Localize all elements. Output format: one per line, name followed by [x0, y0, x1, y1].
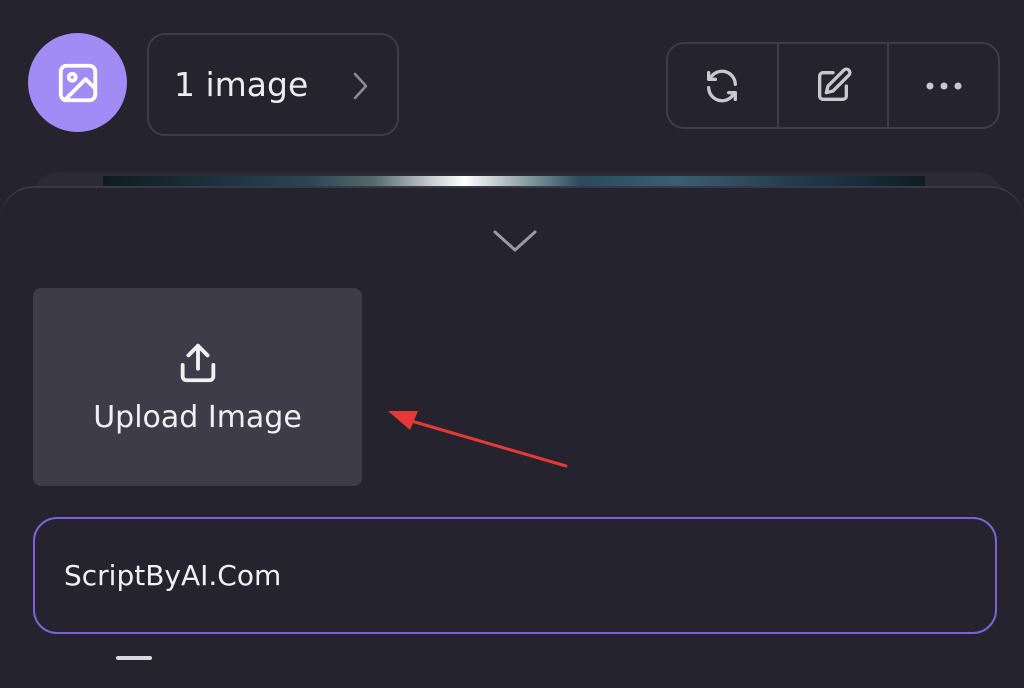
more-icon: [926, 82, 962, 89]
image-count-button[interactable]: 1 image: [147, 33, 399, 136]
annotation-arrow: [388, 411, 568, 468]
refresh-icon: [707, 69, 738, 102]
upload-image-label: Upload Image: [93, 399, 302, 435]
prompt-input[interactable]: ScriptByAI.Com: [33, 517, 997, 634]
edit-icon: [818, 66, 852, 101]
upload-image-button[interactable]: Upload Image: [33, 288, 362, 486]
chevron-right-icon: [353, 72, 368, 100]
collapse-button[interactable]: [490, 226, 540, 256]
toolbar: [666, 42, 1000, 129]
scroll-hint: [116, 656, 152, 660]
prompt-input-value: ScriptByAI.Com: [64, 559, 282, 592]
image-preview-strip: [103, 176, 925, 186]
upload-icon: [180, 343, 215, 382]
avatar[interactable]: [28, 33, 127, 132]
more-button[interactable]: [887, 44, 998, 127]
image-icon: [58, 63, 97, 102]
chevron-down-icon: [493, 230, 537, 252]
edit-button[interactable]: [776, 44, 888, 127]
image-count-label: 1 image: [174, 65, 309, 104]
refresh-button[interactable]: [668, 44, 777, 127]
